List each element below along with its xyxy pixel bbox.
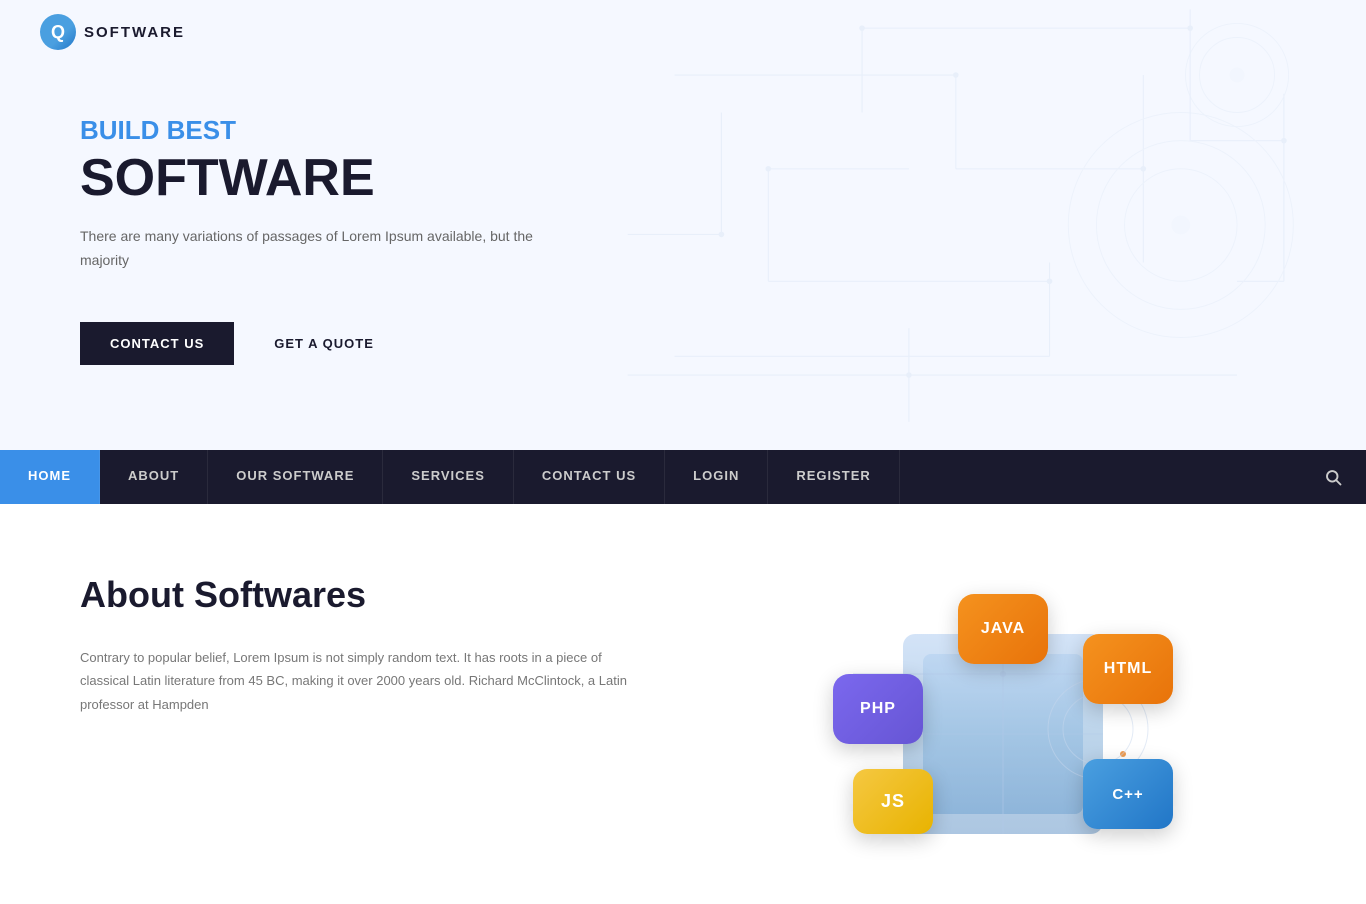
get-quote-button[interactable]: GET A QUOTE xyxy=(254,322,394,365)
about-section: About Softwares Contrary to popular beli… xyxy=(0,504,1366,904)
tech-illustration: JAVA PHP HTML JS C++ xyxy=(803,574,1183,864)
html-card: HTML xyxy=(1083,634,1173,704)
nav-item-about[interactable]: ABOUT xyxy=(100,450,208,504)
hero-section: BUILD BEST SOFTWARE There are many varia… xyxy=(0,0,1366,450)
about-title: About Softwares xyxy=(80,574,640,616)
hero-title: SOFTWARE xyxy=(80,150,540,207)
nav-item-contact[interactable]: CONTACT US xyxy=(514,450,665,504)
about-description: Contrary to popular belief, Lorem Ipsum … xyxy=(80,646,640,716)
nav-item-login[interactable]: LOGIN xyxy=(665,450,768,504)
about-left: About Softwares Contrary to popular beli… xyxy=(80,574,640,716)
logo[interactable]: Q SOFTWARE xyxy=(40,14,185,50)
nav-item-register[interactable]: REGISTER xyxy=(768,450,899,504)
java-card: JAVA xyxy=(958,594,1048,664)
about-illustration: JAVA PHP HTML JS C++ xyxy=(700,574,1286,864)
nav-item-home[interactable]: HOME xyxy=(0,450,100,504)
logo-icon: Q xyxy=(40,14,76,50)
hero-background xyxy=(546,0,1366,450)
js-card: JS xyxy=(853,769,933,834)
hero-buttons: CONTACT US GET A QUOTE xyxy=(80,322,540,365)
header: Q SOFTWARE xyxy=(0,0,1366,64)
hero-content: BUILD BEST SOFTWARE There are many varia… xyxy=(80,115,540,366)
server-background xyxy=(903,634,1103,834)
nav-item-services[interactable]: SERVICES xyxy=(383,450,514,504)
nav-item-our-software[interactable]: OUR SOFTWARE xyxy=(208,450,383,504)
php-card: PHP xyxy=(833,674,923,744)
navbar: HOME ABOUT OUR SOFTWARE SERVICES CONTACT… xyxy=(0,450,1366,504)
logo-text: SOFTWARE xyxy=(84,24,185,41)
cpp-card: C++ xyxy=(1083,759,1173,829)
contact-us-button[interactable]: CONTACT US xyxy=(80,322,234,365)
hero-description: There are many variations of passages of… xyxy=(80,225,540,273)
search-button[interactable] xyxy=(1300,450,1366,504)
hero-subtitle: BUILD BEST xyxy=(80,115,540,146)
